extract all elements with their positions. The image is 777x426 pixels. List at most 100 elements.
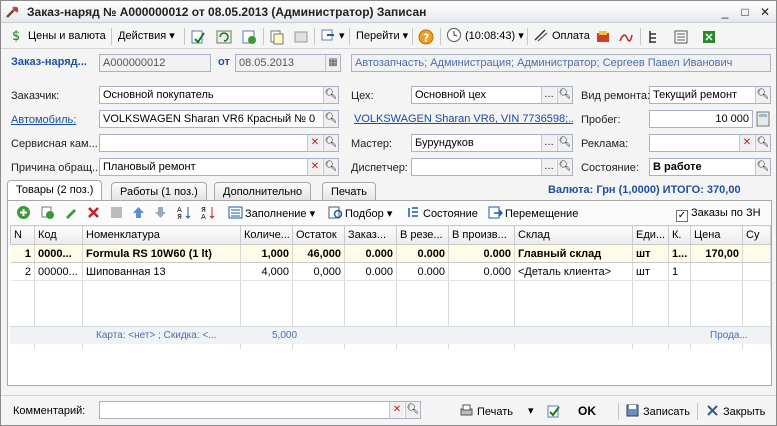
tab-works[interactable]: Работы (1 поз.) [111, 182, 207, 201]
calendar-icon[interactable]: ▦ [325, 55, 340, 71]
payment-button[interactable]: Оплата [533, 27, 590, 46]
copy-document-icon[interactable] [269, 29, 285, 45]
search-icon[interactable]: 🔍︎ [323, 87, 338, 103]
organization-field[interactable]: Автозапчасть; Администрация; Администрат… [351, 54, 771, 72]
table-cell[interactable]: 0.000 [344, 262, 397, 281]
add-row-icon[interactable] [16, 205, 31, 220]
goto-menu[interactable]: Перейти ▾ [356, 27, 408, 46]
column-header[interactable]: Номенклатура [82, 225, 241, 245]
edit-row-icon[interactable] [63, 205, 78, 220]
close-button[interactable]: Закрыть [705, 403, 765, 420]
save-button[interactable]: Записать [625, 403, 690, 420]
order-number-field[interactable]: А000000012 [99, 54, 211, 72]
table-cell[interactable] [690, 262, 743, 281]
column-header[interactable]: N [10, 225, 35, 245]
refresh-icon[interactable] [216, 29, 232, 45]
shop-field[interactable]: Основной цех … 🔍︎ [411, 86, 573, 104]
end-edit-icon[interactable] [109, 205, 124, 220]
post-document-icon[interactable] [190, 29, 206, 45]
state-field[interactable]: В работе 🔍︎ [649, 158, 771, 176]
column-header[interactable]: К. [668, 225, 691, 245]
table-cell[interactable]: шт [632, 262, 669, 281]
minimize-button[interactable]: _ [717, 5, 733, 19]
table-cell[interactable]: 1,000 [240, 244, 293, 263]
car-label[interactable]: Автомобиль: [11, 114, 76, 126]
search-icon[interactable]: 🔍︎ [323, 159, 338, 175]
column-header[interactable]: Еди... [632, 225, 669, 245]
table-cell[interactable]: 00000... [34, 262, 83, 281]
dispatcher-field[interactable]: … 🔍︎ [411, 158, 573, 176]
sort-descending-icon[interactable]: ЯA [201, 205, 216, 220]
prices-currency-button[interactable]: $ Цены и валюта [9, 27, 106, 46]
document-structure-icon[interactable] [293, 29, 309, 45]
dots-icon[interactable]: … [541, 87, 556, 103]
table-cell[interactable]: 0.000 [396, 244, 449, 263]
column-header[interactable]: Цена [690, 225, 743, 245]
car-info-link[interactable]: VOLKSWAGEN Sharan VR6, VIN 7736598;... [351, 111, 573, 129]
sort-ascending-icon[interactable]: AЯ [177, 205, 192, 220]
search-icon[interactable]: 🔍︎ [557, 135, 572, 151]
post-and-close-icon[interactable] [546, 404, 561, 419]
column-header[interactable]: Склад [514, 225, 633, 245]
print-menu[interactable]: Печать [459, 403, 513, 420]
ok-button[interactable]: OK [578, 403, 596, 420]
column-header[interactable]: Су [742, 225, 771, 245]
search-icon[interactable]: 🔍︎ [323, 135, 338, 151]
table-cell[interactable]: шт [632, 244, 669, 263]
column-header[interactable]: В произв... [448, 225, 515, 245]
column-header[interactable]: В резе... [396, 225, 449, 245]
table-cell[interactable]: 0.000 [448, 262, 515, 281]
delete-row-icon[interactable] [86, 205, 101, 220]
mileage-field[interactable]: 10 000 [649, 110, 753, 128]
table-cell[interactable]: 170,00 [690, 244, 743, 263]
orders-checkbox[interactable]: ✓ Заказы по ЗН [676, 205, 761, 222]
table-cell[interactable] [742, 244, 771, 263]
table-cell[interactable] [742, 262, 771, 281]
table-cell[interactable]: 0.000 [396, 262, 449, 281]
ads-field[interactable]: ✕ 🔍︎ [649, 134, 771, 152]
table-cell[interactable]: 1 [668, 262, 691, 281]
column-header[interactable]: Остаток [292, 225, 345, 245]
table-cell[interactable]: 4,000 [240, 262, 293, 281]
date-field[interactable]: 08.05.2013 ▦ [235, 54, 341, 72]
search-icon[interactable]: 🔍︎ [755, 135, 770, 151]
fill-menu[interactable]: Заполнение ▾ [228, 205, 315, 221]
move-button[interactable]: Перемещение [488, 205, 578, 221]
table-cell[interactable]: 2 [10, 262, 35, 281]
repair-type-field[interactable]: Текущий ремонт 🔍︎ [649, 86, 771, 104]
table-cell[interactable]: Formula RS 10W60 (1 lt) [82, 244, 241, 263]
table-cell[interactable]: Главный склад [514, 244, 633, 263]
table-cell[interactable]: 0,000 [292, 262, 345, 281]
table-cell[interactable]: 0.000 [448, 244, 515, 263]
tab-goods[interactable]: Товары (2 поз.) [7, 180, 103, 201]
car-field[interactable]: VOLKSWAGEN Sharan VR6 Красный № 0 🔍︎ [99, 110, 339, 128]
print-label-icon[interactable] [595, 29, 611, 45]
dots-icon[interactable]: … [541, 159, 556, 175]
copy-row-icon[interactable] [40, 205, 55, 220]
close-window-button[interactable]: ✕ [757, 5, 773, 19]
actions-menu[interactable]: Действия ▾ [118, 27, 175, 46]
excel-export-icon[interactable] [701, 29, 717, 45]
reread-icon[interactable] [241, 29, 257, 45]
table-cell[interactable]: 0.000 [344, 244, 397, 263]
reason-field[interactable]: Плановый ремонт ✕ 🔍︎ [99, 158, 339, 176]
service-campaign-field[interactable]: ✕ 🔍︎ [99, 134, 339, 152]
maximize-button[interactable]: □ [737, 5, 753, 19]
tree-structure-icon[interactable] [646, 29, 662, 45]
state-button[interactable]: Состояние [406, 205, 478, 221]
search-icon[interactable]: 🔍︎ [323, 111, 338, 127]
table-cell[interactable]: 0000... [34, 244, 83, 263]
sign-icon[interactable] [618, 29, 634, 45]
time-button[interactable]: (10:08:43) ▾ [446, 27, 524, 46]
master-field[interactable]: Бурундуков … 🔍︎ [411, 134, 573, 152]
based-on-menu[interactable]: ▾ [320, 27, 345, 46]
dots-icon[interactable]: … [541, 135, 556, 151]
table-row[interactable]: 2 00000... Шипованная 13 4,000 0,000 0.0… [10, 262, 771, 281]
clear-icon[interactable]: ✕ [307, 135, 322, 151]
clear-icon[interactable]: ✕ [307, 159, 322, 175]
comment-field[interactable]: ✕ 🔍︎ [99, 401, 421, 419]
calculator-icon[interactable] [756, 111, 771, 127]
clear-icon[interactable]: ✕ [389, 402, 404, 418]
search-icon[interactable]: 🔍︎ [405, 402, 420, 418]
dropdown-arrow-icon[interactable]: ▾ [528, 403, 534, 420]
